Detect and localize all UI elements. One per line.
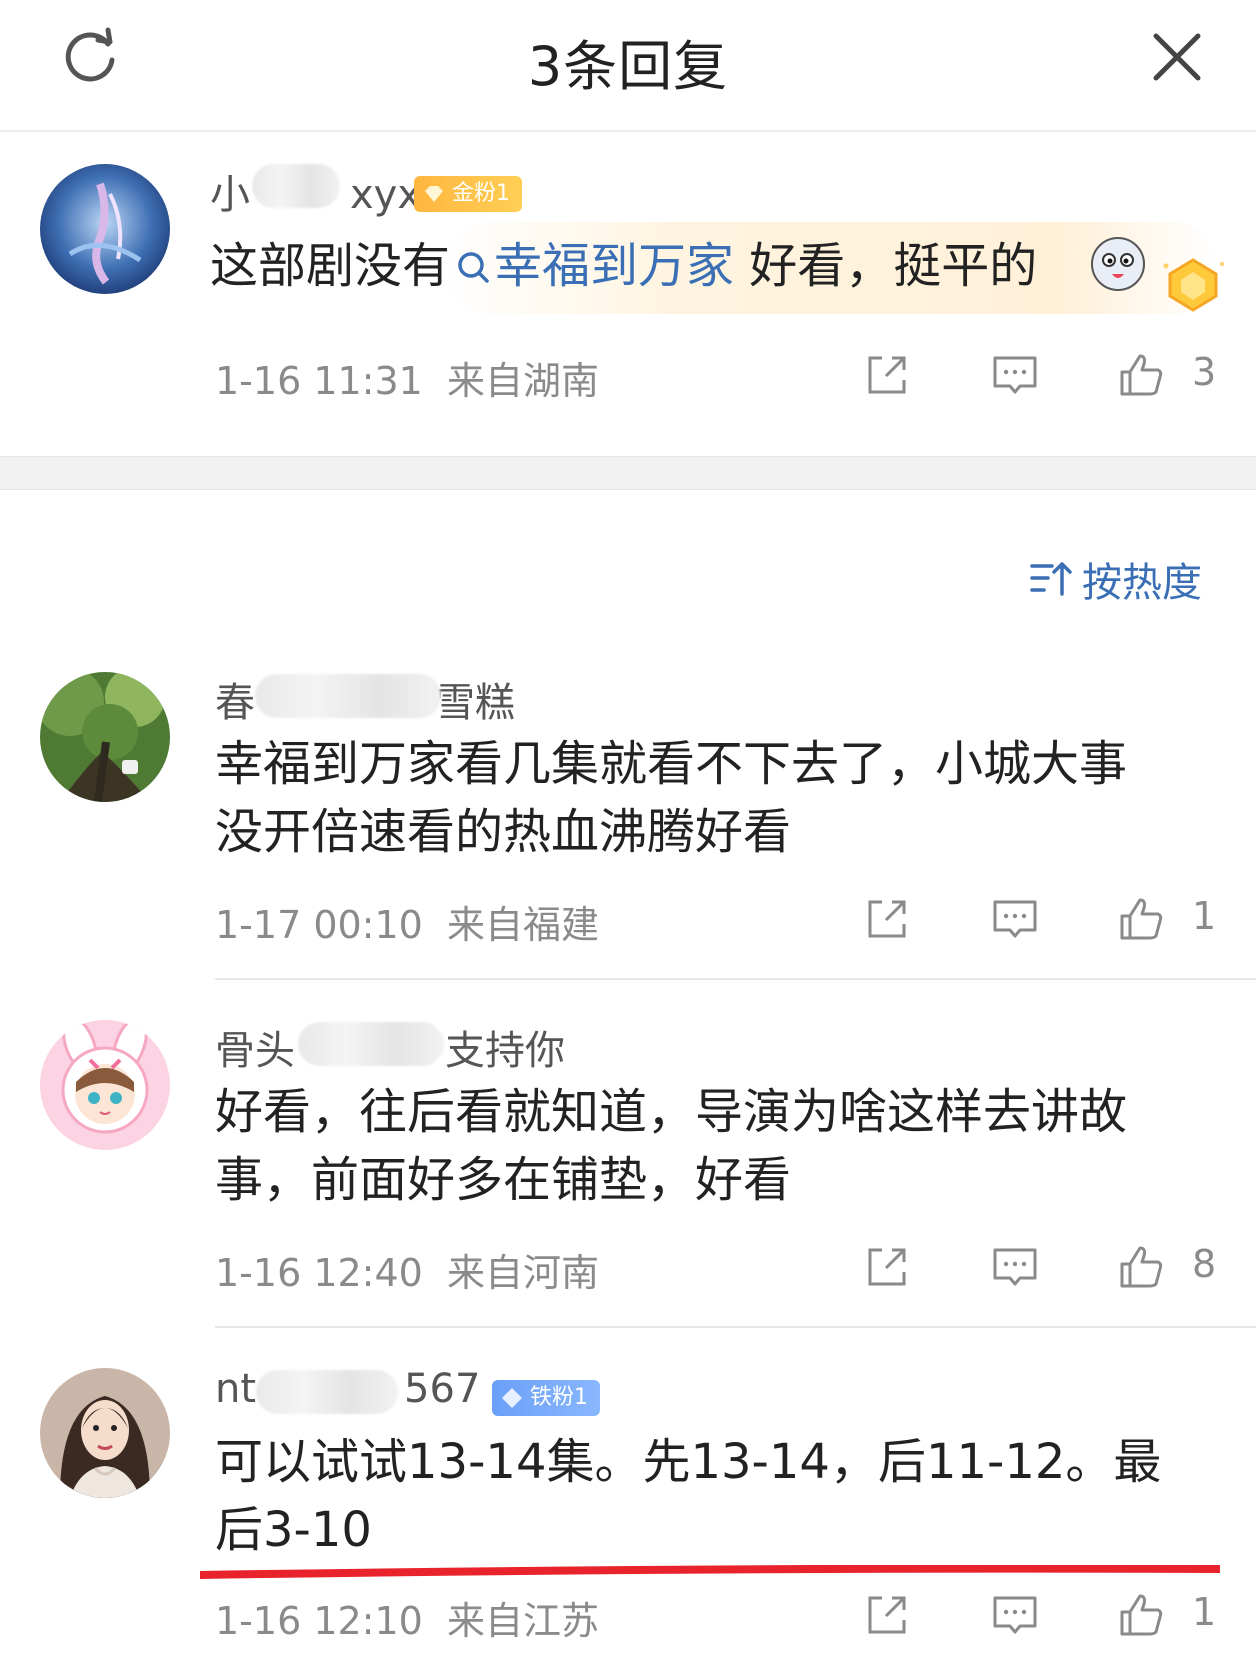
comment-icon[interactable] — [990, 350, 1040, 400]
divider — [215, 1326, 1256, 1328]
username-mask — [256, 1370, 398, 1414]
comment-icon[interactable] — [990, 1242, 1040, 1292]
share-icon[interactable] — [862, 350, 912, 400]
username-mask — [298, 1022, 444, 1066]
comment-text: 这部剧没有 幸福到万家 好看，挺平的 — [210, 238, 1038, 294]
comment-text: 可以试试13-14集。先13-14，后11-12。最 后3-10 — [215, 1434, 1162, 1558]
timestamp: 1-16 12:10 — [215, 1599, 423, 1643]
main-comment: 小 xyx 金粉1 这部剧没有 幸福到万家 好看，挺平的 1-16 11:31 … — [0, 132, 1256, 456]
husky-emoji-icon — [1091, 237, 1145, 291]
comment-actions: 1 — [860, 1584, 1220, 1644]
location: 来自福建 — [447, 903, 600, 947]
like-icon[interactable] — [1116, 350, 1166, 400]
red-annotation-underline — [200, 1565, 1220, 1579]
gold-medal-icon — [1163, 258, 1224, 312]
avatar[interactable] — [40, 164, 170, 294]
avatar[interactable] — [40, 1368, 170, 1498]
panel-header: 3条回复 — [0, 0, 1256, 132]
comment-text: 好看，往后看就知道，导演为啥这样去讲故 事，前面好多在铺垫，好看 — [215, 1084, 1128, 1208]
fan-badge[interactable]: 铁粉1 — [492, 1380, 600, 1416]
comment-meta: 1-17 00:10 来自福建 — [215, 894, 599, 949]
location: 来自河南 — [447, 1251, 600, 1295]
username-mask — [252, 164, 340, 208]
divider — [215, 978, 1256, 980]
like-icon[interactable] — [1116, 1590, 1166, 1640]
like-icon[interactable] — [1116, 1242, 1166, 1292]
share-icon[interactable] — [862, 1242, 912, 1292]
comment-icon[interactable] — [990, 894, 1040, 944]
diamond-icon — [502, 1388, 522, 1408]
close-icon[interactable] — [1148, 28, 1206, 86]
comment-icon[interactable] — [990, 1590, 1040, 1640]
location: 来自江苏 — [447, 1599, 600, 1643]
timestamp: 1-16 12:40 — [215, 1251, 423, 1295]
comment-actions: 3 — [860, 344, 1220, 404]
comment-actions: 8 — [860, 1236, 1220, 1296]
comment-meta: 1-16 12:10 来自江苏 — [215, 1590, 599, 1645]
timestamp: 1-16 11:31 — [215, 359, 423, 403]
topic-link[interactable]: 幸福到万家 — [450, 238, 734, 294]
section-divider — [0, 456, 1256, 490]
search-icon — [458, 252, 489, 283]
like-icon[interactable] — [1116, 894, 1166, 944]
comment-actions: 1 — [860, 888, 1220, 948]
avatar[interactable] — [40, 1020, 170, 1150]
share-icon[interactable] — [862, 1590, 912, 1640]
timestamp: 1-17 00:10 — [215, 903, 423, 947]
avatar[interactable] — [40, 672, 170, 802]
like-count: 3 — [1192, 350, 1217, 394]
username-mask — [255, 674, 441, 718]
like-count: 8 — [1192, 1242, 1217, 1286]
sort-icon — [1030, 562, 1072, 596]
comment-meta: 1-16 12:40 来自河南 — [215, 1242, 599, 1297]
share-icon[interactable] — [862, 894, 912, 944]
page-title: 3条回复 — [527, 35, 729, 98]
crown-icon — [425, 186, 443, 202]
location: 来自湖南 — [447, 359, 600, 403]
fan-badge[interactable]: 金粉1 — [414, 176, 522, 212]
like-count: 1 — [1192, 894, 1217, 938]
like-count: 1 — [1192, 1590, 1217, 1634]
comment-text: 幸福到万家看几集就看不下去了，小城大事 没开倍速看的热血沸腾好看 — [215, 736, 1128, 860]
comment-meta: 1-16 11:31 来自湖南 — [215, 350, 599, 405]
reply-panel: 3条回复 小 xyx 金粉1 这部剧没有 幸福到万家 好看，挺平的 1-16 1… — [0, 0, 1256, 1673]
